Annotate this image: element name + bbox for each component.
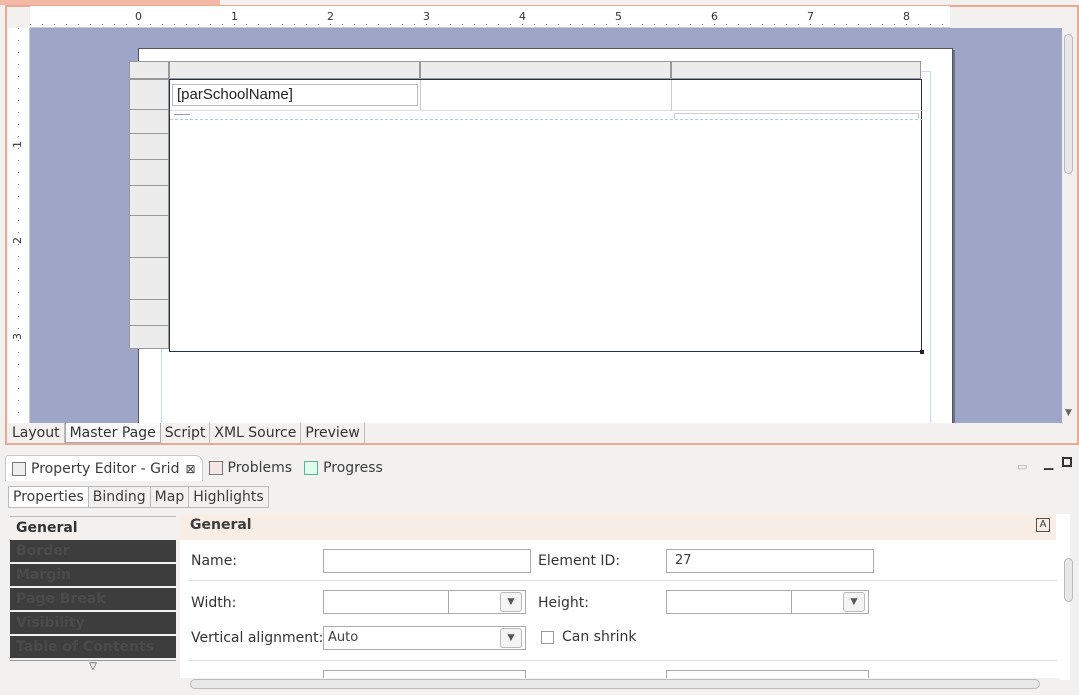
category-page-break[interactable]: Page Break [10,588,176,610]
category-table-of-contents[interactable]: Table of Contents [10,636,176,658]
name-label: Name: [191,553,238,569]
element-id-label: Element ID: [538,553,621,569]
ruler-label: 3 [423,10,430,23]
ruler-label: 5 [615,10,622,23]
editor-vertical-scrollbar[interactable]: ▼ [1062,28,1075,423]
chevron-down-icon[interactable]: ▼ [500,592,522,612]
ruler-label: 4 [519,10,526,23]
ruler-label: 6 [711,10,718,23]
properties-vertical-scrollbar[interactable] [1062,544,1075,678]
tab-master-page[interactable]: Master Page [64,423,161,443]
grid-corner-handle[interactable] [129,61,169,79]
problems-icon [208,461,223,475]
tab-script[interactable]: Script [160,423,211,443]
tab-problems[interactable]: Problems [203,455,299,481]
chevron-down-icon[interactable]: ▼ [500,628,522,648]
vertical-alignment-select[interactable]: Auto [323,626,526,650]
ruler-label: 8 [903,10,910,23]
ruler-label: 2 [327,10,334,23]
tab-label: Progress [323,460,383,476]
vertical-alignment-label: Vertical alignment: [191,630,324,646]
resize-handle[interactable] [920,350,924,354]
ruler-label: 1 [231,10,238,23]
maximize-icon[interactable] [1062,457,1072,467]
tab-layout[interactable]: Layout [8,423,65,443]
height-label: Height: [538,595,589,611]
chevron-down-icon[interactable]: ▼ [843,592,865,612]
school-name-data-cell[interactable]: [parSchoolName] [172,84,418,106]
category-margin[interactable]: Margin [10,564,176,586]
grid-column-handle[interactable] [169,61,420,79]
progress-icon [304,461,319,475]
editor-page-tabs: Layout Master Page Script XML Source Pre… [8,423,365,443]
grid-row-handles[interactable] [129,79,169,349]
width-label: Width: [191,595,237,611]
tab-label: Problems [227,460,293,476]
section-title: General [180,514,1056,540]
tab-property-editor[interactable]: Property Editor - Grid ⊠ [5,455,203,481]
minimize-icon[interactable]: ▁ [1044,456,1053,470]
property-sub-tabs: Properties Binding Map Highlights [8,486,269,508]
element-id-field[interactable]: 27 [666,549,874,573]
tab-xml-source[interactable]: XML Source [210,423,302,443]
can-shrink-label: Can shrink [562,629,637,645]
can-shrink-checkbox[interactable] [541,631,554,644]
grid-column-handle[interactable] [671,61,921,79]
vertical-ruler: 1 2 3 [8,28,30,423]
ruler-label: 7 [807,10,814,23]
tab-properties[interactable]: Properties [8,486,89,508]
width-field[interactable] [323,590,449,614]
property-editor-icon [12,461,26,476]
design-canvas[interactable]: [parSchoolName] [30,28,1062,423]
ruler-label: 0 [135,10,142,23]
view-menu-icon[interactable]: ▭ [1017,460,1027,473]
name-field[interactable] [323,549,531,573]
tab-binding[interactable]: Binding [88,486,151,508]
height-field[interactable] [666,590,792,614]
grid-column-handle[interactable] [420,61,671,79]
tab-label: Property Editor - Grid [31,460,180,477]
style-icon[interactable]: A [1036,518,1050,532]
category-general[interactable]: General [10,516,176,538]
view-tabs: Property Editor - Grid ⊠ Problems Progre… [5,454,389,482]
category-list: General Border Margin Page Break Visibil… [10,516,176,686]
category-visibility[interactable]: Visibility [10,612,176,634]
properties-horizontal-scrollbar[interactable] [180,678,1060,691]
tab-map[interactable]: Map [150,486,190,508]
tab-highlights[interactable]: Highlights [189,486,269,508]
category-border[interactable]: Border [10,540,176,562]
grid[interactable]: [parSchoolName] [169,79,923,352]
report-page: [parSchoolName] [129,48,953,423]
close-icon[interactable]: ⊠ [185,462,195,476]
next-row-field[interactable] [666,670,869,678]
tab-preview[interactable]: Preview [301,423,365,443]
cell-outline [674,113,919,119]
chevron-down-icon[interactable]: ▽ [10,660,176,674]
horizontal-ruler: 0 1 2 3 4 5 6 7 8 [30,6,950,28]
dashed-guide [170,119,923,120]
tab-progress[interactable]: Progress [298,455,389,481]
next-row-field[interactable] [323,670,526,678]
